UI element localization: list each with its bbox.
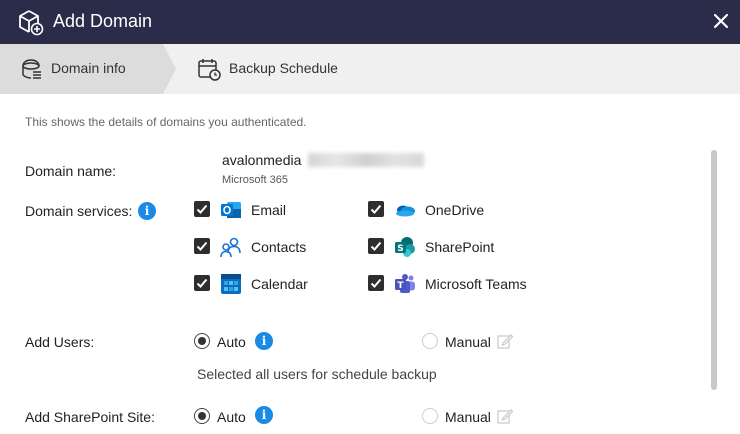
onedrive-icon (396, 205, 415, 217)
service-name: Microsoft Teams (425, 276, 527, 292)
edit-icon[interactable] (497, 408, 513, 424)
wizard-steps: Domain info Backup Schedule (0, 44, 740, 94)
info-icon[interactable]: i (255, 332, 273, 350)
svg-text:T: T (397, 281, 404, 291)
service-name: Email (251, 202, 287, 218)
contacts-icon (220, 237, 241, 258)
calendar-checkbox[interactable] (194, 275, 210, 291)
add-sharepoint-manual-label: Manual (445, 409, 491, 425)
add-sharepoint-label: Add SharePoint Site: (25, 409, 155, 425)
dialog-content: This shows the details of domains you au… (0, 94, 740, 434)
cube-add-icon (19, 10, 44, 36)
service-name: Contacts (251, 239, 307, 255)
description-text: This shows the details of domains you au… (25, 115, 307, 129)
add-users-note: Selected all users for schedule backup (197, 366, 437, 382)
add-users-manual-label: Manual (445, 334, 491, 350)
redacted-domain-suffix (308, 153, 424, 167)
service-name: OneDrive (425, 202, 485, 218)
outlook-icon (221, 202, 241, 218)
email-checkbox[interactable] (194, 201, 210, 217)
close-icon[interactable] (710, 10, 732, 32)
domain-provider: Microsoft 365 (222, 174, 289, 186)
domain-icon (22, 59, 41, 79)
onedrive-checkbox[interactable] (368, 201, 384, 217)
add-users-auto-label: Auto (217, 334, 246, 350)
domain-name-label: Domain name: (25, 163, 117, 179)
domain-name-value: avalonmedia (222, 152, 302, 168)
info-icon[interactable]: i (138, 202, 156, 220)
teams-checkbox[interactable] (368, 275, 384, 291)
sharepoint-icon: S (395, 237, 415, 257)
add-sharepoint-auto-radio[interactable] (194, 408, 210, 424)
step-backup-schedule[interactable]: Backup Schedule (229, 60, 338, 76)
info-icon[interactable]: i (255, 406, 273, 424)
dialog-title: Add Domain (53, 11, 153, 31)
teams-icon: T (395, 274, 415, 293)
step-domain-info[interactable]: Domain info (0, 44, 176, 94)
dialog-titlebar: Add Domain (0, 0, 740, 44)
calendar-clock-icon (198, 59, 221, 81)
add-sharepoint-auto-label: Auto (217, 409, 246, 425)
add-users-manual-radio[interactable] (422, 333, 438, 349)
calendar-icon (221, 274, 241, 294)
vertical-scrollbar[interactable] (711, 150, 717, 390)
edit-icon[interactable] (497, 333, 513, 349)
contacts-checkbox[interactable] (194, 238, 210, 254)
sharepoint-checkbox[interactable] (368, 238, 384, 254)
service-name: SharePoint (425, 239, 495, 255)
add-sharepoint-manual-radio[interactable] (422, 408, 438, 424)
add-users-auto-radio[interactable] (194, 333, 210, 349)
svg-text:S: S (397, 244, 403, 254)
service-name: Calendar (251, 276, 308, 292)
step-label-domain-info: Domain info (51, 60, 126, 76)
domain-services-label: Domain services: (25, 203, 133, 219)
add-users-label: Add Users: (25, 334, 95, 350)
